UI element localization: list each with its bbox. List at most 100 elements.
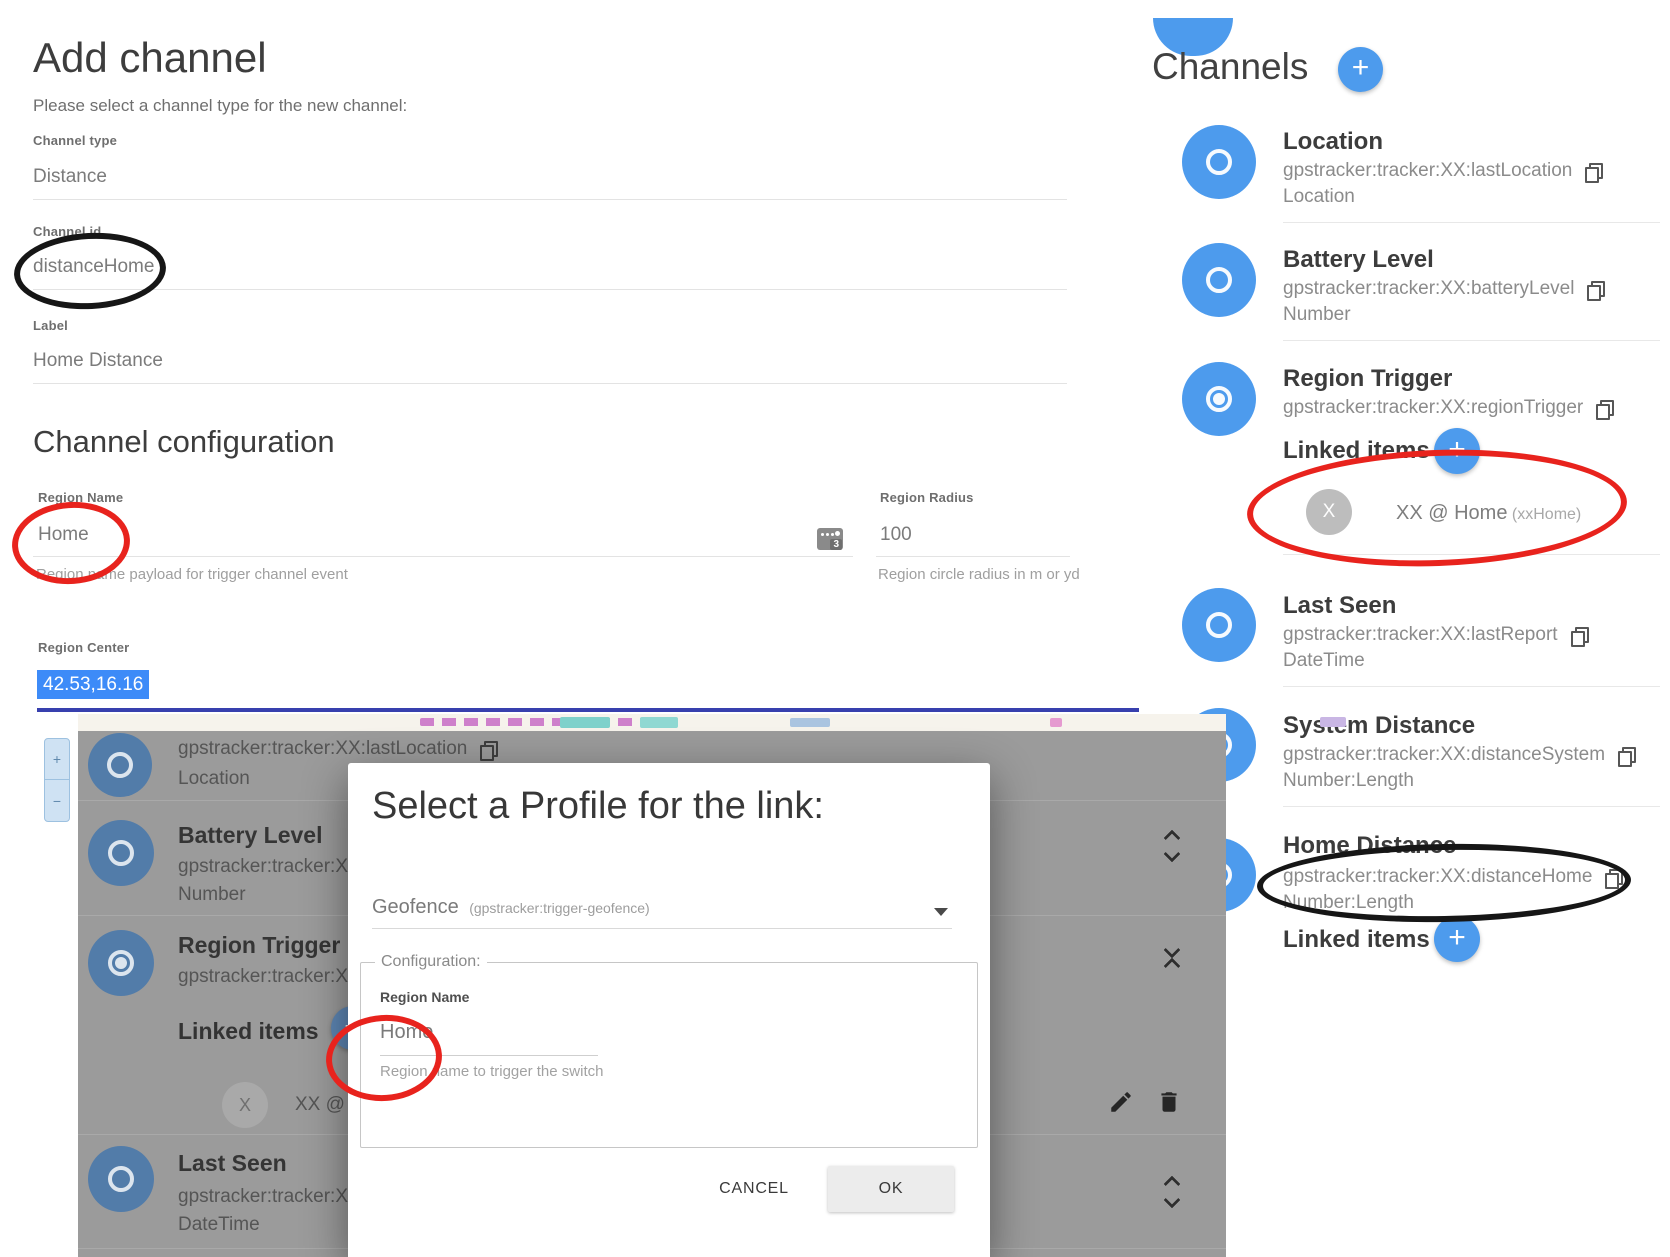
map-zoom-control: + − (44, 738, 70, 822)
delete-icon[interactable] (1156, 1089, 1182, 1115)
profile-selected-value[interactable]: Geofence (372, 896, 459, 918)
channel-id-text: gpstracker:tracker:XX:lastReport (1283, 624, 1558, 646)
region-radius-helper: Region circle radius in m or yd (878, 566, 1080, 583)
app-screen: Add channel Please select a channel type… (0, 0, 1670, 1257)
overlay-channel-title: Last Seen (178, 1150, 287, 1177)
copy-icon[interactable] (1585, 163, 1600, 180)
region-center-focus-underline (37, 708, 1139, 712)
linked-item-name: XX @ Home (1396, 502, 1507, 524)
list-divider (1283, 340, 1660, 341)
add-linked-item-button[interactable] (1434, 916, 1480, 962)
channel-type-underline (33, 199, 1067, 200)
numeric-keypad-icon[interactable] (817, 528, 843, 550)
channel-id-input[interactable]: distanceHome (33, 256, 154, 278)
channel-avatar-icon (88, 733, 152, 797)
unfold-less-icon[interactable] (1166, 944, 1178, 972)
channel-item-type: Location (1283, 186, 1355, 208)
record-circle-icon (108, 950, 134, 976)
modal-region-name-label: Region Name (380, 989, 469, 1005)
channel-item-type: Number (1283, 304, 1351, 326)
record-circle-icon (1206, 386, 1232, 412)
background-fragment (1050, 718, 1062, 727)
unfold-more-icon[interactable] (1166, 832, 1178, 860)
cancel-button[interactable]: CANCEL (700, 1168, 808, 1210)
label-field-underline (33, 383, 1067, 384)
channel-title: Home Distance (1283, 832, 1456, 860)
overlay-channel-id: gpstracker:tracker:XX:regionTrigger (178, 966, 348, 988)
region-radius-input[interactable]: 100 (880, 524, 912, 546)
channel-id-text: gpstracker:tracker:XX:lastLocation (1283, 160, 1572, 182)
copy-icon[interactable] (1571, 627, 1586, 644)
configuration-legend: Configuration: (375, 953, 487, 971)
edit-icon[interactable] (1108, 1089, 1134, 1115)
channel-id-text: gpstracker:tracker:XX:distanceSystem (1283, 744, 1605, 766)
overlay-linked-items-label: Linked items (178, 1018, 319, 1045)
channel-avatar-icon (88, 1146, 154, 1212)
modal-region-name-underline (380, 1055, 598, 1056)
channel-avatar-icon (1182, 588, 1256, 662)
region-center-selected-text[interactable]: 42.53,16.16 (37, 670, 149, 699)
circle-icon (107, 752, 133, 778)
profile-dialog: Select a Profile for the link: Geofence … (348, 763, 990, 1257)
label-field-input[interactable]: Home Distance (33, 350, 163, 372)
channel-title: Battery Level (1283, 246, 1434, 274)
linked-items-label: Linked items (1283, 437, 1430, 465)
item-avatar: X (1306, 489, 1352, 535)
channel-id-label: Channel id (33, 224, 101, 239)
overlay-channel-title: Battery Level (178, 822, 322, 849)
overlay-channel-type: Number (178, 884, 246, 906)
page-title: Add channel (33, 34, 267, 82)
channel-avatar-icon (1182, 243, 1256, 317)
dropdown-arrow-icon[interactable] (934, 908, 948, 916)
add-channel-button[interactable] (1338, 47, 1383, 92)
overlay-channel-type: DateTime (178, 1214, 260, 1236)
channel-title: Last Seen (1283, 592, 1396, 620)
copy-icon[interactable] (480, 741, 495, 758)
channel-type-value[interactable]: Distance (33, 166, 107, 188)
circle-icon (1206, 149, 1232, 175)
list-divider (1283, 686, 1660, 687)
profile-select[interactable]: Geofence (gpstracker:trigger-geofence) (372, 896, 650, 919)
copy-icon[interactable] (1587, 281, 1602, 298)
label-field-label: Label (33, 318, 68, 333)
region-name-helper: Region name payload for trigger channel … (36, 566, 348, 583)
copy-icon[interactable] (1618, 747, 1633, 764)
modal-region-name-input[interactable]: Home (380, 1021, 433, 1044)
linked-item-text-row: XX @ Home (xxHome) (1396, 502, 1581, 525)
overlay-channel-id-text: gpstracker:tracker:XX:lastLocation (178, 738, 467, 760)
overlay-linked-item-text: XX @ Home (xxHome) (295, 1094, 347, 1116)
channel-id-row: gpstracker:tracker:XX:batteryLevel (1283, 278, 1602, 300)
linked-items-label: Linked items (1283, 926, 1430, 954)
copy-icon[interactable] (1605, 869, 1620, 886)
background-fragment (790, 718, 830, 727)
overlay-channel-id: gpstracker:tracker:XX:batteryLevel (178, 856, 348, 878)
overlay-channel-id: gpstracker:tracker:XX:lastLocation (178, 738, 495, 760)
list-divider (1283, 806, 1660, 807)
circle-icon (1206, 267, 1232, 293)
list-divider (1283, 222, 1660, 223)
background-fragment (560, 717, 610, 728)
channel-title: Region Trigger (1283, 365, 1452, 393)
channel-type-label: Channel type (33, 133, 117, 148)
copy-icon[interactable] (1596, 400, 1611, 417)
region-name-input[interactable]: Home (38, 524, 89, 546)
channel-id-row: gpstracker:tracker:XX:lastLocation (1283, 160, 1600, 182)
modal-region-name-helper: Region name to trigger the switch (380, 1063, 603, 1080)
ok-button[interactable]: OK (828, 1166, 954, 1212)
channel-id-underline (33, 289, 1067, 290)
channel-title: System Distance (1283, 712, 1475, 740)
circle-icon (108, 840, 134, 866)
region-name-underline (33, 556, 853, 557)
add-linked-item-button[interactable] (1434, 428, 1480, 474)
unfold-more-icon[interactable] (1166, 1178, 1178, 1206)
channel-id-row: gpstracker:tracker:XX:lastReport (1283, 624, 1586, 646)
background-fragment (420, 718, 660, 726)
channel-avatar-icon (1182, 125, 1256, 199)
map-zoom-in-icon: + (45, 739, 69, 780)
channel-id-row: gpstracker:tracker:XX:distanceHome (1283, 866, 1620, 888)
linked-item-id: (xxHome) (1512, 506, 1581, 523)
region-center-input[interactable]: 42.53,16.16 (37, 674, 149, 696)
region-radius-label: Region Radius (880, 490, 974, 505)
circle-icon (1206, 612, 1232, 638)
background-fragment (640, 717, 678, 728)
